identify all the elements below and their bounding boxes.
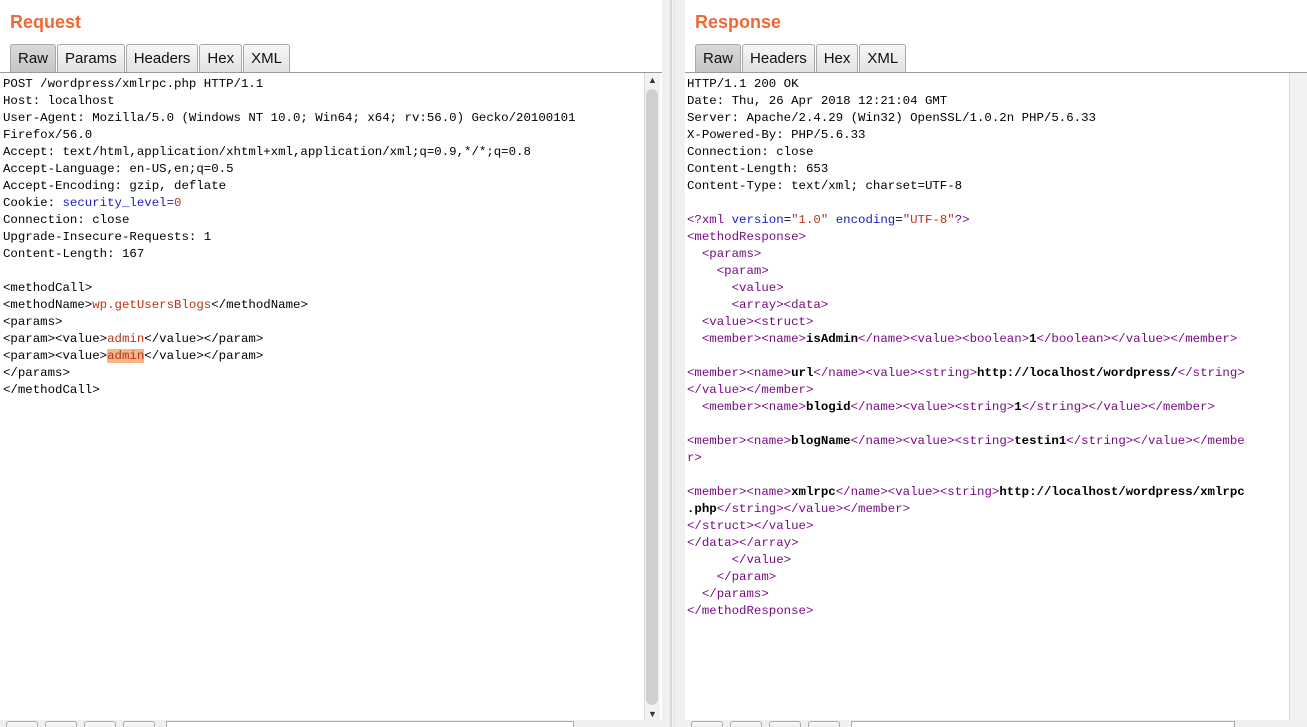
response-editor[interactable]: HTTP/1.1 200 OK Date: Thu, 26 Apr 2018 12…	[685, 72, 1307, 721]
response-next-button[interactable]	[808, 721, 840, 727]
xml-line: <params>	[701, 247, 762, 261]
request-header-accept-language: Accept-Language: en-US,en;q=0.5	[3, 162, 234, 176]
request-editor[interactable]: POST /wordpress/xmlrpc.php HTTP/1.1 Host:…	[0, 72, 662, 721]
param-close: </value></param>	[144, 349, 264, 363]
request-search-input[interactable]	[166, 721, 574, 727]
response-help-button[interactable]	[691, 721, 723, 727]
request-header-user-agent-cont: Firefox/56.0	[3, 128, 93, 142]
response-title: Response	[695, 12, 782, 32]
response-tab-hex[interactable]: Hex	[815, 44, 859, 72]
request-header-connection: Connection: close	[3, 213, 130, 227]
body-method-call-open: <methodCall>	[3, 281, 93, 295]
xml-line: r>	[687, 451, 702, 465]
response-tabs: Raw Headers Hex XML	[695, 44, 907, 72]
pane-divider[interactable]	[662, 0, 685, 727]
request-next-button[interactable]	[123, 721, 155, 727]
request-text[interactable]: POST /wordpress/xmlrpc.php HTTP/1.1 Host:…	[0, 73, 662, 399]
xml-member-isadmin: <member><name>isAdmin</name><value><bool…	[701, 332, 1238, 346]
request-pane: Request Raw Params Headers Hex XML POST …	[0, 0, 662, 727]
response-search-input[interactable]	[851, 721, 1235, 727]
xml-declaration: <?xml version="1.0" encoding="UTF-8"?>	[687, 213, 970, 227]
request-add-button[interactable]	[84, 721, 116, 727]
xml-line: <param>	[716, 264, 769, 278]
request-header-accept-encoding: Accept-Encoding: gzip, deflate	[3, 179, 227, 193]
response-tab-xml[interactable]: XML	[859, 44, 907, 72]
response-header-server: Server: Apache/2.4.29 (Win32) OpenSSL/1.…	[687, 111, 1096, 125]
request-tab-params[interactable]: Params	[57, 44, 125, 72]
response-header-content-type: Content-Type: text/xml; charset=UTF-8	[687, 179, 963, 193]
scroll-down-icon[interactable]: ▼	[645, 707, 660, 721]
xml-line: </param>	[716, 570, 777, 584]
cookie-key: security_level	[62, 196, 167, 210]
response-scrollbar[interactable]	[1289, 73, 1307, 721]
body-param-username: <param><value>admin</value></param>	[3, 331, 662, 348]
request-scroll-thumb[interactable]	[646, 89, 658, 705]
request-header-user-agent: User-Agent: Mozilla/5.0 (Windows NT 10.0…	[3, 111, 576, 125]
response-tab-raw[interactable]: Raw	[695, 44, 742, 72]
cookie-eq: =	[166, 196, 175, 210]
request-scrollbar[interactable]: ▲ ▼	[644, 73, 660, 721]
body-method-call-close: </methodCall>	[3, 383, 100, 397]
request-line: POST /wordpress/xmlrpc.php HTTP/1.1	[3, 77, 264, 91]
xml-line: <value>	[731, 281, 784, 295]
param-open: <param><value>	[3, 349, 108, 363]
request-help-button[interactable]	[6, 721, 38, 727]
request-header-upgrade: Upgrade-Insecure-Requests: 1	[3, 230, 212, 244]
request-header-accept: Accept: text/html,application/xhtml+xml,…	[3, 145, 531, 159]
param-open: <param><value>	[3, 332, 108, 346]
xml-line: <value><struct>	[701, 315, 814, 329]
request-header-content-length: Content-Length: 167	[3, 247, 145, 261]
xml-line: </value></member>	[687, 383, 814, 397]
body-param-password: <param><value>admin</value></param>	[3, 348, 662, 365]
response-pane: Response Raw Headers Hex XML HTTP/1.1 20…	[685, 0, 1307, 727]
xml-member-xmlrpc-cont: .php</string></value></member>	[687, 502, 911, 516]
xml-line: </params>	[701, 587, 769, 601]
request-tab-raw[interactable]: Raw	[10, 44, 57, 72]
username-value: admin	[107, 332, 145, 346]
request-tab-xml[interactable]: XML	[243, 44, 290, 72]
xml-member-blogname: <member><name>blogName</name><value><str…	[687, 434, 1245, 448]
password-value-highlighted: admin	[107, 349, 145, 363]
xml-line: <methodResponse>	[687, 230, 806, 244]
xml-line: </struct></value>	[687, 519, 814, 533]
body-method-name-line: <methodName>wp.getUsersBlogs</methodName…	[3, 297, 662, 314]
response-add-button[interactable]	[769, 721, 801, 727]
response-text[interactable]: HTTP/1.1 200 OK Date: Thu, 26 Apr 2018 12…	[685, 73, 1307, 620]
xml-line: <array><data>	[731, 298, 829, 312]
response-header-powered-by: X-Powered-By: PHP/5.6.33	[687, 128, 866, 142]
request-title: Request	[10, 12, 82, 32]
param-close: </value></param>	[144, 332, 264, 346]
scroll-up-icon[interactable]: ▲	[645, 73, 660, 87]
xml-member-url: <member><name>url</name><value><string>h…	[687, 366, 1245, 380]
request-tab-headers[interactable]: Headers	[125, 44, 199, 72]
request-header-cookie: Cookie: security_level=0	[3, 195, 662, 212]
xml-line: </data></array>	[687, 536, 799, 550]
cookie-label: Cookie:	[3, 196, 63, 210]
body-params-open: <params>	[3, 315, 63, 329]
request-tabs: Raw Params Headers Hex XML	[10, 44, 291, 72]
body-params-close: </params>	[3, 366, 70, 380]
cookie-value: 0	[174, 196, 182, 210]
response-header-connection: Connection: close	[687, 145, 814, 159]
request-header-host: Host: localhost	[3, 94, 115, 108]
response-header-content-length: Content-Length: 653	[687, 162, 829, 176]
xml-line: </value>	[731, 553, 792, 567]
xml-member-blogid: <member><name>blogid</name><value><strin…	[701, 400, 1215, 414]
method-name-open: <methodName>	[3, 298, 93, 312]
response-prev-button[interactable]	[730, 721, 762, 727]
response-header-date: Date: Thu, 26 Apr 2018 12:21:04 GMT	[687, 94, 948, 108]
xml-line: </methodResponse>	[687, 604, 814, 618]
request-tab-hex[interactable]: Hex	[199, 44, 243, 72]
request-prev-button[interactable]	[45, 721, 77, 727]
method-name-value: wp.getUsersBlogs	[92, 298, 212, 312]
xml-member-xmlrpc: <member><name>xmlrpc</name><value><strin…	[687, 485, 1245, 499]
response-tab-headers[interactable]: Headers	[742, 44, 815, 72]
response-status-line: HTTP/1.1 200 OK	[687, 77, 799, 91]
method-name-close: </methodName>	[211, 298, 308, 312]
